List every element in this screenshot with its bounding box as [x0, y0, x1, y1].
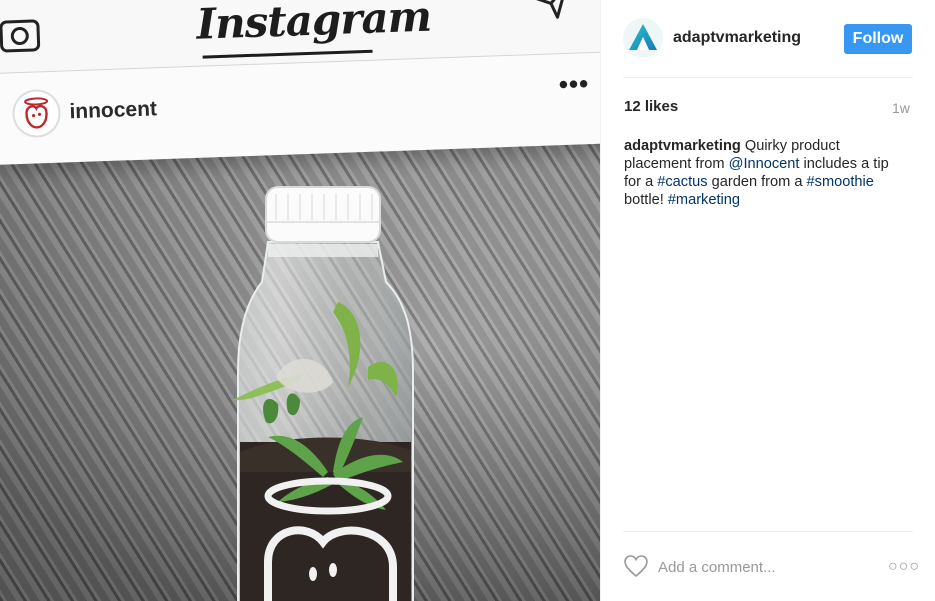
post-header: adaptvmarketing Follow — [601, 0, 935, 78]
comment-bar: ○○○ — [601, 538, 935, 598]
instagram-logo: Instagram — [195, 0, 432, 49]
author-username[interactable]: adaptvmarketing — [673, 29, 801, 47]
tab-underline — [202, 49, 373, 59]
instagram-post-view: Instagram innocent ••• adaptvmarketing F… — [0, 0, 935, 601]
heart-icon[interactable] — [623, 554, 649, 578]
post-side-panel: adaptvmarketing Follow 12 likes 1w adapt… — [600, 0, 935, 601]
mention-link[interactable]: @Innocent — [729, 156, 800, 172]
hashtag-link[interactable]: #cactus — [657, 174, 707, 190]
comment-input[interactable] — [658, 555, 858, 579]
ig-post-header: innocent ••• — [0, 59, 600, 151]
more-options-icon: ••• — [558, 68, 590, 100]
post-photo[interactable]: Instagram innocent ••• — [0, 0, 600, 601]
follow-button[interactable]: Follow — [844, 24, 912, 54]
caption-username[interactable]: adaptvmarketing — [624, 138, 741, 154]
ig-account-name: innocent — [69, 97, 158, 124]
innocent-logo-icon — [11, 88, 62, 139]
camera-icon — [0, 19, 41, 53]
likes-count[interactable]: 12 likes — [624, 98, 678, 115]
adaptv-logo-icon[interactable] — [623, 18, 663, 58]
header-divider — [623, 77, 913, 78]
more-options-icon[interactable]: ○○○ — [888, 558, 920, 576]
caption-text: garden from a — [707, 174, 807, 190]
actions-divider — [623, 531, 913, 532]
caption-text: bottle! — [624, 192, 668, 208]
hashtag-link[interactable]: #marketing — [668, 192, 740, 208]
hashtag-link[interactable]: #smoothie — [807, 174, 874, 190]
post-caption: adaptvmarketing Quirky product placement… — [624, 137, 904, 209]
send-icon — [533, 0, 568, 19]
post-time[interactable]: 1w — [892, 100, 910, 116]
phone-screenshot: Instagram innocent ••• — [0, 0, 600, 165]
bottle-image — [233, 186, 414, 601]
